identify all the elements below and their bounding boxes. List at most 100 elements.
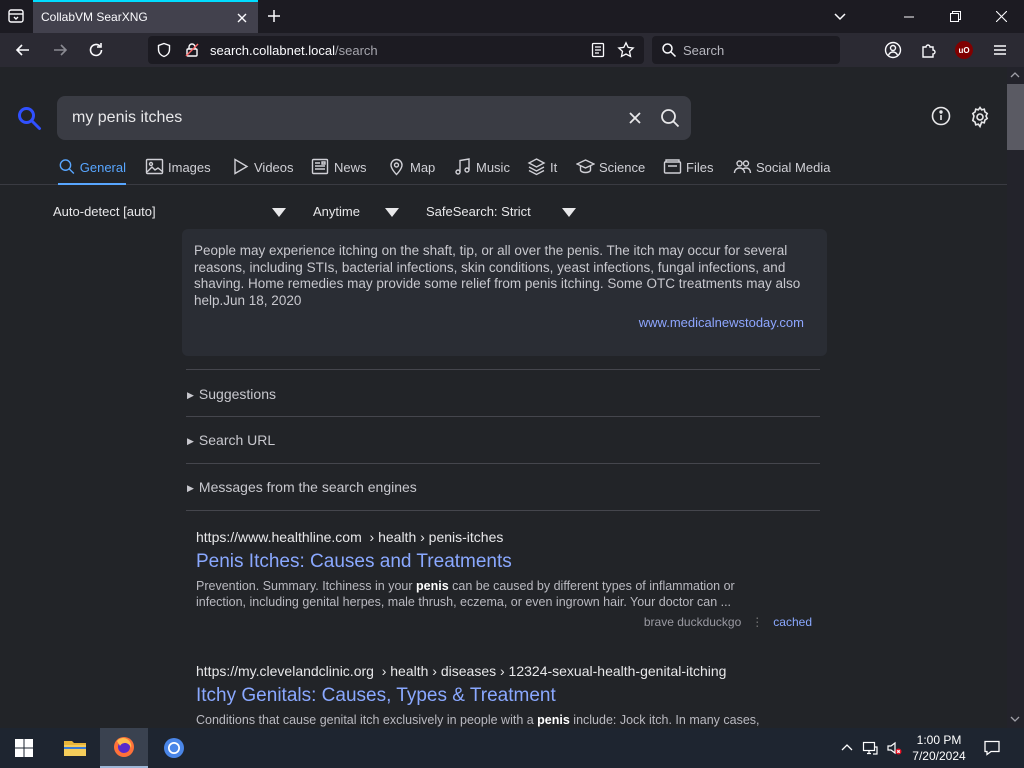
divider (186, 416, 820, 417)
minimize-button[interactable] (886, 0, 932, 33)
search-filters: Auto-detect [auto] Anytime SafeSearch: S… (0, 204, 1007, 224)
result-snippet: Conditions that cause genital itch exclu… (196, 712, 776, 728)
result-host: https://my.clevelandclinic.org (196, 663, 374, 679)
url-host: search.collabnet.local (210, 43, 336, 58)
page-scrollbar[interactable] (1007, 67, 1024, 728)
separator-dots-icon: ⋮ (751, 615, 764, 629)
browser-search-bar[interactable]: Search (652, 36, 840, 64)
notification-center-icon[interactable] (982, 738, 1002, 758)
clear-search-icon[interactable] (625, 108, 645, 128)
suggestions-toggle[interactable]: ▶ Suggestions (187, 386, 276, 402)
close-window-button[interactable] (978, 0, 1024, 33)
firefox-taskbar-button[interactable] (100, 728, 148, 768)
engine-messages-toggle[interactable]: ▶ Messages from the search engines (187, 479, 417, 495)
extensions-puzzle-icon[interactable] (920, 41, 938, 59)
tab-label: Science (599, 160, 646, 175)
result-title-link[interactable]: Itchy Genitals: Causes, Types & Treatmen… (196, 685, 816, 707)
chrome-taskbar-button[interactable] (150, 728, 198, 768)
info-icon[interactable] (930, 105, 952, 127)
file-explorer-button[interactable] (51, 728, 99, 768)
safesearch-select[interactable]: SafeSearch: Strict (426, 204, 578, 219)
preferences-gear-icon[interactable] (968, 105, 992, 129)
suggestions-label: Suggestions (198, 386, 276, 402)
result-url[interactable]: https://my.clevelandclinic.org › health … (196, 663, 816, 679)
scrollbar-thumb[interactable] (1007, 84, 1024, 150)
tab-list-icon[interactable] (6, 6, 26, 26)
reload-icon[interactable] (87, 41, 105, 59)
tab-label: Map (410, 160, 436, 175)
tab-label: Videos (254, 160, 294, 175)
dropdown-caret-icon (562, 208, 576, 217)
list-all-tabs-chevron-icon[interactable] (832, 8, 848, 24)
searxng-logo-search-icon[interactable] (16, 105, 42, 131)
tab-map[interactable]: Map (387, 157, 435, 185)
scroll-down-arrow-icon[interactable] (1010, 714, 1020, 724)
start-button[interactable] (0, 728, 48, 768)
result-url[interactable]: https://www.healthline.com › health › pe… (196, 529, 816, 545)
tab-label: News (334, 160, 367, 175)
query-box[interactable]: my penis itches (57, 96, 691, 140)
engine-list: brave duckduckgo (643, 615, 742, 629)
tab-science[interactable]: Science (576, 157, 645, 185)
tab-news[interactable]: News (311, 157, 367, 185)
ublock-origin-icon[interactable]: uO (955, 41, 973, 59)
divider (186, 463, 820, 464)
result-snippet: Prevention. Summary. Itchiness in your p… (196, 578, 776, 610)
result-title-link[interactable]: Penis Itches: Causes and Treatments (196, 551, 816, 573)
forward-arrow-icon[interactable] (51, 41, 69, 59)
bookmark-star-icon[interactable] (617, 41, 635, 59)
files-icon (663, 159, 682, 174)
tab-social-media[interactable]: Social Media (733, 157, 830, 185)
insecure-lock-icon[interactable] (184, 42, 200, 58)
scroll-up-arrow-icon[interactable] (1010, 70, 1020, 80)
divider (186, 510, 820, 511)
firefox-icon (114, 737, 134, 757)
tab-images[interactable]: Images (145, 157, 211, 185)
answer-source-link[interactable]: www.medicalnewstoday.com (639, 315, 804, 330)
answer-text: People may experience itching on the sha… (194, 243, 801, 308)
search-url-toggle[interactable]: ▶ Search URL (187, 432, 275, 448)
language-select[interactable]: Auto-detect [auto] (53, 204, 289, 219)
system-clock[interactable]: 1:00 PM 7/20/2024 (900, 732, 978, 764)
restore-button[interactable] (932, 0, 978, 33)
snippet-text: Prevention. Summary. Itchiness in your (196, 579, 416, 593)
tab-strip: CollabVM SearXNG (0, 0, 1024, 33)
tab-it[interactable]: It (527, 157, 557, 185)
play-icon (234, 158, 249, 175)
menu-hamburger-icon[interactable] (991, 41, 1009, 59)
close-tab-icon[interactable] (234, 10, 250, 26)
safesearch-value: SafeSearch: Strict (426, 204, 531, 219)
new-tab-icon[interactable] (266, 8, 282, 24)
search-url-label: Search URL (198, 432, 276, 448)
account-icon[interactable] (884, 41, 902, 59)
search-icon (59, 159, 75, 175)
tab-videos[interactable]: Videos (231, 157, 294, 185)
reader-view-icon[interactable] (590, 42, 606, 58)
shield-icon[interactable] (156, 42, 172, 58)
tab-general[interactable]: General (58, 157, 126, 185)
search-bar-placeholder: Search (683, 43, 725, 58)
tab-label: It (550, 160, 558, 175)
tab-files[interactable]: Files (663, 157, 713, 185)
cached-link[interactable]: cached (773, 615, 812, 629)
chromium-icon (164, 738, 184, 758)
browser-tab[interactable]: CollabVM SearXNG (33, 0, 258, 33)
time-range-select[interactable]: Anytime (313, 204, 400, 219)
layers-icon (527, 158, 546, 176)
people-icon (733, 160, 752, 174)
dropdown-caret-icon (385, 208, 399, 217)
graduation-cap-icon (576, 159, 595, 174)
searxng-results-page: my penis itches General Images Videos Ne… (0, 67, 1007, 728)
dropdown-caret-icon (272, 208, 286, 217)
show-hidden-icons-chevron-icon[interactable] (839, 740, 855, 756)
network-icon[interactable] (862, 740, 878, 756)
tab-music[interactable]: Music (453, 157, 510, 185)
back-arrow-icon[interactable] (14, 41, 32, 59)
search-submit-icon[interactable] (659, 107, 681, 129)
music-icon (455, 158, 470, 175)
tab-label: Files (686, 160, 714, 175)
search-query-input[interactable]: my penis itches (72, 109, 182, 127)
address-bar[interactable]: search.collabnet.local/search (148, 36, 644, 64)
search-result: https://my.clevelandclinic.org › health … (196, 663, 816, 728)
navigation-toolbar: search.collabnet.local/search Search (0, 33, 1024, 67)
